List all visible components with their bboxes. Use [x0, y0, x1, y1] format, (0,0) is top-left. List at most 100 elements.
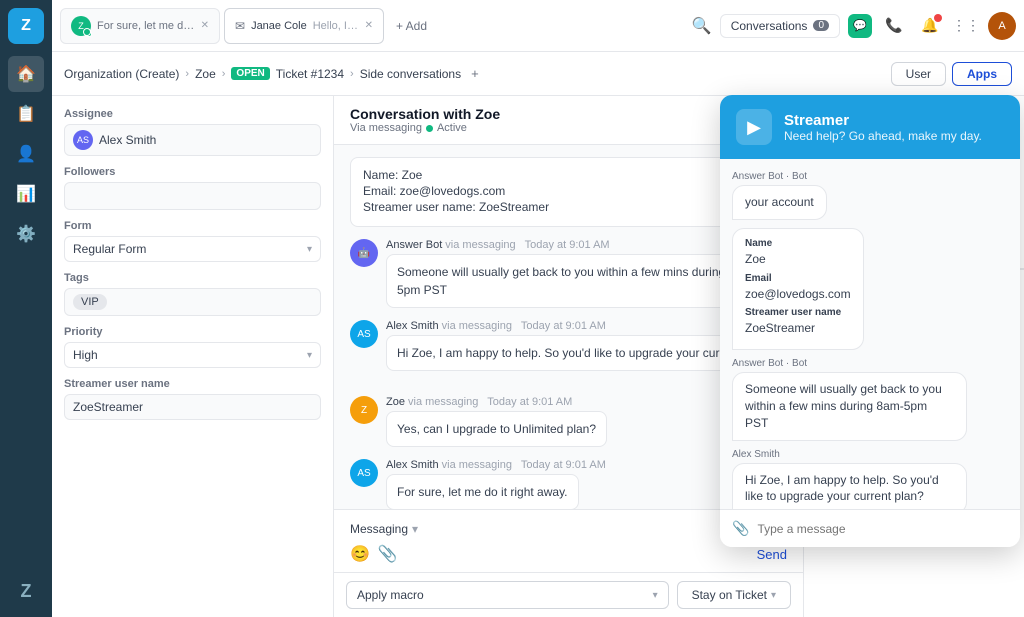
attach-icon[interactable]: 📎: [378, 544, 398, 564]
widget-chat: Answer Bot · Bot your account Name Zoe E…: [720, 159, 1020, 509]
form-value: Regular Form: [73, 242, 146, 256]
alex-bubble-2: For sure, let me do it right away.: [386, 474, 579, 509]
w-bubble-fields: Name Zoe Email zoe@lovedogs.com Streamer…: [732, 228, 864, 350]
followers-label: Followers: [64, 166, 321, 178]
secondary-nav: Organization (Create) › Zoe › OPEN Ticke…: [52, 52, 1024, 96]
tab-zoe-avatar: Z: [71, 16, 91, 36]
macro-label: Apply macro: [357, 588, 424, 602]
form-label: Form: [64, 220, 321, 232]
search-button[interactable]: 🔍: [692, 16, 712, 36]
form-chevron-icon: ▾: [307, 244, 312, 255]
assignee-field[interactable]: AS Alex Smith: [64, 124, 321, 156]
w-bubble-2: Someone will usually get back to you wit…: [732, 372, 967, 440]
macro-chevron-icon: ▾: [653, 590, 658, 601]
streamer-label: Streamer user name: [64, 378, 321, 390]
bot-sender: Answer Bot: [386, 239, 442, 251]
priority-label: Priority: [64, 326, 321, 338]
widget-subtitle: Need help? Go ahead, make my day.: [784, 129, 982, 143]
phone-icon[interactable]: 📞: [880, 12, 908, 40]
w-field-streamer: Streamer user name ZoeStreamer: [745, 306, 851, 337]
nav-home-icon[interactable]: 🏠: [8, 56, 44, 92]
priority-field[interactable]: High ▾: [64, 342, 321, 368]
user-button[interactable]: User: [891, 62, 946, 86]
notification-badge: [934, 14, 942, 22]
breadcrumb-org[interactable]: Organization (Create): [64, 67, 179, 81]
assignee-avatar: AS: [73, 130, 93, 150]
breadcrumb-sep-1: ›: [185, 68, 189, 80]
user-avatar[interactable]: A: [988, 12, 1016, 40]
w-field-email: Email zoe@lovedogs.com: [745, 272, 851, 303]
tags-field[interactable]: VIP: [64, 288, 321, 316]
apps-button[interactable]: Apps: [952, 62, 1012, 86]
priority-value: High: [73, 348, 98, 362]
w-msg-1: Answer Bot · Bot your account: [732, 171, 827, 220]
alex-avatar-1: AS: [350, 320, 378, 348]
widget-attach-icon[interactable]: 📎: [732, 520, 749, 537]
streamer-widget: ▶ Streamer Need help? Go ahead, make my …: [720, 95, 1020, 547]
grid-icon[interactable]: ⋮⋮: [952, 12, 980, 40]
bot-avatar: 🤖: [350, 239, 378, 267]
tab-janae[interactable]: ✉ Janae Cole Hello, I am having an is...…: [224, 8, 384, 44]
emoji-icon[interactable]: 😊: [350, 544, 370, 564]
left-panel: Assignee AS Alex Smith Followers Form Re…: [52, 96, 334, 617]
alex-avatar-2: AS: [350, 459, 378, 487]
messaging-label: Messaging: [350, 522, 408, 536]
nav-zendesk-icon[interactable]: Z: [8, 573, 44, 609]
form-field[interactable]: Regular Form ▾: [64, 236, 321, 262]
alex-sender-1: Alex Smith: [386, 320, 439, 332]
tags-label: Tags: [64, 272, 321, 284]
assignee-label: Assignee: [64, 108, 321, 120]
w-msg-fields: Name Zoe Email zoe@lovedogs.com Streamer…: [732, 228, 864, 350]
widget-logo: ▶: [736, 109, 772, 145]
stay-label: Stay on Ticket: [692, 588, 767, 602]
top-bar: Z For sure, let me do it... ✕ ✉ Janae Co…: [52, 0, 1024, 52]
w-msg-2: Answer Bot · Bot Someone will usually ge…: [732, 358, 967, 440]
stay-chevron-icon: ▾: [771, 590, 776, 601]
add-tab-button[interactable]: + Add: [388, 19, 435, 33]
macro-bar: Apply macro ▾ Stay on Ticket ▾: [334, 572, 803, 617]
breadcrumb-ticket[interactable]: Ticket #1234: [276, 67, 344, 81]
tab-janae-label: Janae Cole: [251, 20, 307, 32]
breadcrumb-sep-3: ›: [350, 68, 354, 80]
priority-chevron-icon: ▾: [307, 350, 312, 361]
w-msg-3: Alex Smith Hi Zoe, I am happy to help. S…: [732, 449, 967, 509]
tab-zoe[interactable]: Z For sure, let me do it... ✕: [60, 8, 220, 44]
conversations-button[interactable]: Conversations 0: [720, 14, 840, 38]
left-navigation: Z 🏠 📋 👤 📊 ⚙️ Z: [0, 0, 52, 617]
via-label: Via messaging: [350, 122, 422, 134]
streamer-field[interactable]: ZoeStreamer: [64, 394, 321, 420]
stay-on-ticket-button[interactable]: Stay on Ticket ▾: [677, 581, 791, 609]
breadcrumb-zoe[interactable]: Zoe: [195, 67, 216, 81]
w-bubble-3: Hi Zoe, I am happy to help. So you'd lik…: [732, 463, 967, 509]
w-sender-2: Answer Bot · Bot: [732, 358, 967, 369]
open-badge: OPEN: [231, 67, 269, 80]
nav-chart-icon[interactable]: 📊: [8, 176, 44, 212]
tab-zoe-subtitle: For sure, let me do it...: [97, 20, 195, 32]
nav-users-icon[interactable]: 👤: [8, 136, 44, 172]
zoe-bubble: Yes, can I upgrade to Unlimited plan?: [386, 411, 607, 447]
app-logo[interactable]: Z: [8, 8, 44, 44]
nav-settings-icon[interactable]: ⚙️: [8, 216, 44, 252]
breadcrumb-side-conv[interactable]: Side conversations: [360, 67, 461, 81]
widget-message-input[interactable]: [757, 522, 1008, 536]
top-bar-right: 🔍 Conversations 0 💬 📞 🔔 ⋮⋮ A: [692, 12, 1016, 40]
active-dot: [426, 125, 433, 132]
chat-status-icon[interactable]: 💬: [848, 14, 872, 38]
nav-inbox-icon[interactable]: 📋: [8, 96, 44, 132]
send-button[interactable]: Send: [757, 547, 787, 562]
followers-field[interactable]: [64, 182, 321, 210]
alex-sender-2: Alex Smith: [386, 459, 439, 471]
apply-macro-select[interactable]: Apply macro ▾: [346, 581, 669, 609]
contact-email: Email: zoe@lovedogs.com: [363, 184, 774, 198]
w-sender-1: Answer Bot · Bot: [732, 171, 827, 182]
contact-streamer: Streamer user name: ZoeStreamer: [363, 200, 774, 214]
tab-zoe-close[interactable]: ✕: [201, 20, 209, 31]
nav-add-button[interactable]: +: [471, 66, 479, 81]
notifications-icon[interactable]: 🔔: [916, 12, 944, 40]
tab-janae-close[interactable]: ✕: [365, 20, 373, 31]
w-bubble-1: your account: [732, 185, 827, 220]
w-sender-3: Alex Smith: [732, 449, 967, 460]
conversations-badge: 0: [813, 20, 829, 31]
tab-janae-icon: ✉: [235, 19, 245, 33]
contact-name: Name: Zoe: [363, 168, 774, 182]
